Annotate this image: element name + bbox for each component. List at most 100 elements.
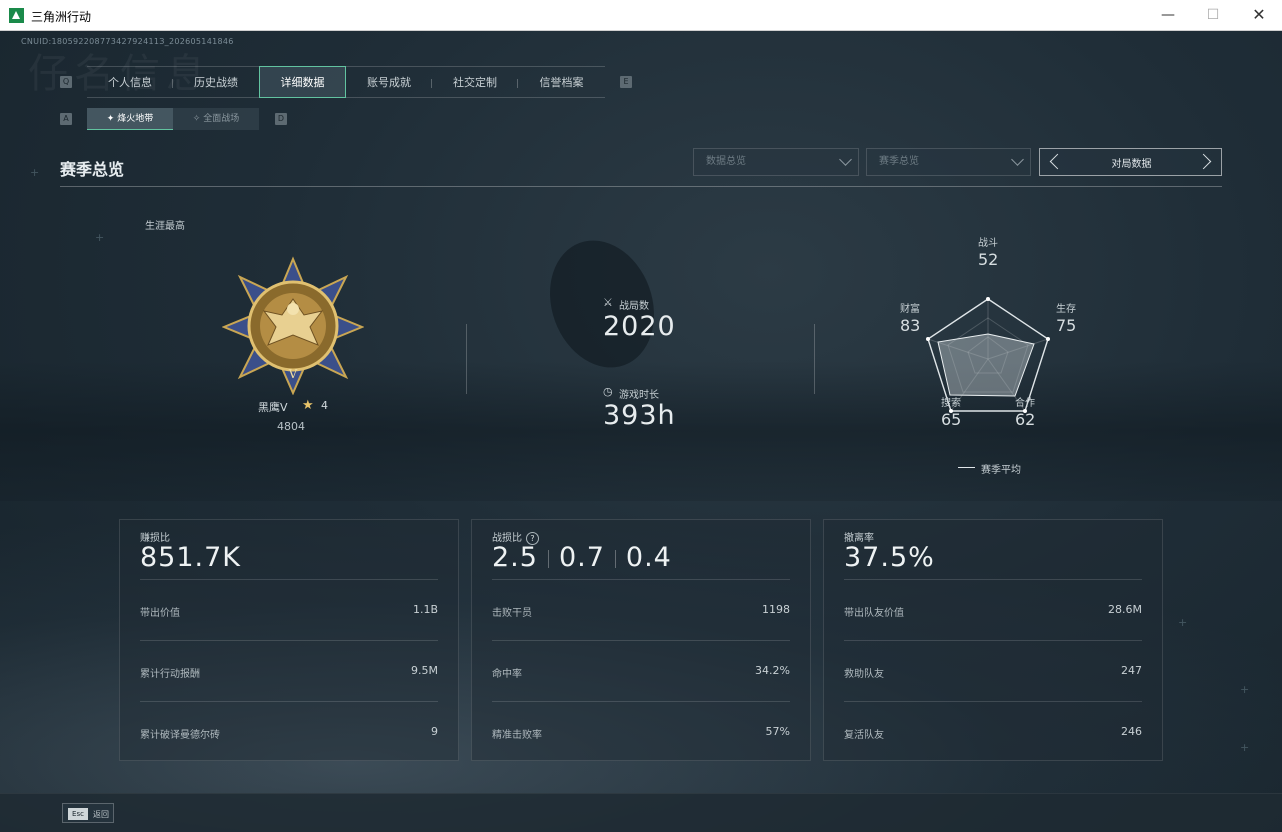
value-separator [614, 549, 616, 568]
tab-prev-key[interactable]: Q [60, 76, 72, 88]
subtab-prev-key[interactable]: A [60, 113, 72, 125]
back-button[interactable]: Esc 返回 [62, 803, 114, 823]
extract-panel: 撤离率 37.5% 带出队友价值 28.6M 救助队友 247 复活队友 246 [823, 519, 1163, 761]
deco-plus-icon: + [30, 166, 40, 179]
row-label: 救助队友 [844, 669, 884, 680]
radar-legend-label: 赛季平均 [981, 465, 1021, 476]
row-label: 命中率 [492, 669, 522, 680]
tab-detailed-data[interactable]: 详细数据 [259, 66, 346, 98]
radar-label-combat: 战斗 [978, 238, 998, 249]
row-value: 34.2% [755, 664, 790, 677]
career-best-label: 生涯最高 [145, 221, 185, 232]
minimize-button[interactable]: — [1145, 0, 1191, 31]
matches-label: 战局数 [619, 301, 649, 312]
row-value: 57% [765, 725, 790, 738]
panel-row: 命中率 34.2% [492, 640, 790, 701]
tab-credit-record[interactable]: 信誉档案 [518, 67, 605, 98]
tab-match-history[interactable]: 历史战绩 [173, 67, 259, 98]
vertical-divider [466, 324, 467, 394]
panel-row: 击败干员 1198 [492, 579, 790, 640]
background-radar-dish [532, 225, 672, 383]
panel-row: 精准击败率 57% [492, 701, 790, 762]
bottom-bar [0, 793, 1282, 832]
maximize-button[interactable]: ☐ [1190, 0, 1236, 31]
tab-personal-info[interactable]: 个人信息 [87, 67, 173, 98]
tab-achievements[interactable]: 账号成就 [346, 67, 432, 98]
row-label: 带出价值 [140, 608, 180, 619]
clock-icon: ◷ [603, 385, 613, 398]
pager-label: 对局数据 [1111, 159, 1152, 170]
rank-score: 4804 [277, 420, 305, 433]
value-separator [547, 549, 549, 568]
tab-next-key[interactable]: E [620, 76, 632, 88]
rank-star-icon: ★ [302, 398, 314, 413]
row-label: 精准击败率 [492, 730, 542, 741]
section-divider [60, 186, 1222, 187]
deco-plus-icon: + [1240, 683, 1250, 696]
subtab-operations-label: 烽火地带 [117, 114, 154, 124]
panel-row: 复活队友 246 [844, 701, 1142, 762]
combat-value-2: 0.7 [558, 542, 605, 573]
combat-values: 2.5 0.7 0.4 [492, 542, 672, 573]
rank-badge-icon: V [222, 256, 364, 395]
playtime-label: 游戏时长 [619, 390, 659, 401]
row-label: 击败干员 [492, 608, 532, 619]
panel-row: 带出队友价值 28.6M [844, 579, 1142, 640]
deco-plus-icon: + [1240, 741, 1250, 754]
main-tab-bar: 个人信息 历史战绩 详细数据 账号成就 社交定制 信誉档案 [87, 66, 605, 98]
chevron-down-icon [1011, 153, 1024, 166]
game-viewport: 仔名信息 + + + + + CNUID:1805922087734279241… [0, 31, 1282, 832]
crossed-swords-icon: ⚔ [603, 296, 613, 309]
subtab-warfare[interactable]: ✧ 全面战场 [173, 108, 259, 130]
row-label: 带出队友价值 [844, 608, 904, 619]
rank-star-count: 4 [321, 399, 328, 412]
matches-value: 2020 [603, 311, 676, 342]
cnuid-label: CNUID:18059220877342792411З_202605141846 [21, 37, 234, 46]
radar-value-survival: 75 [1056, 316, 1077, 335]
data-filter-value: 数据总览 [706, 156, 746, 167]
panel-row: 累计行动报酬 9.5M [140, 640, 438, 701]
season-filter-value: 赛季总览 [879, 156, 919, 167]
panel-row: 带出价值 1.1B [140, 579, 438, 640]
combat-value-1: 2.5 [492, 542, 538, 573]
row-value: 1198 [762, 603, 790, 616]
panel-row: 救助队友 247 [844, 640, 1142, 701]
radar-label-wealth: 财富 [900, 304, 920, 315]
sub-tab-bar: ✦ 烽火地带 ✧ 全面战场 [87, 108, 259, 130]
row-value: 1.1B [412, 603, 438, 616]
profit-value: 851.7K [140, 542, 242, 573]
subtab-next-key[interactable]: D [275, 113, 287, 125]
radar-value-wealth: 83 [900, 316, 921, 335]
combat-panel: 战损比? 2.5 0.7 0.4 击败干员 1198 命中率 34.2% 精准击败率… [471, 519, 811, 761]
panel-row: 累计破译曼德尔砖 9 [140, 701, 438, 762]
row-value: 28.6M [1108, 603, 1142, 616]
section-title: 赛季总览 [60, 160, 125, 179]
subtab-warfare-label: 全面战场 [203, 114, 240, 124]
row-label: 累计行动报酬 [140, 669, 200, 680]
window-titlebar: 三角洲行动 — ☐ ✕ [0, 0, 1282, 31]
radar-value-search: 65 [941, 410, 962, 429]
match-data-pager: 对局数据 [1039, 148, 1222, 176]
legend-line-marker [958, 467, 975, 468]
data-filter-dropdown[interactable]: 数据总览 [693, 148, 859, 176]
tab-social[interactable]: 社交定制 [432, 67, 518, 98]
vertical-divider [814, 324, 815, 394]
app-logo-icon [9, 8, 24, 23]
esc-keycap: Esc [68, 808, 88, 820]
deco-plus-icon: + [1178, 616, 1188, 629]
background-hill [0, 361, 1282, 501]
deco-plus-icon: + [95, 231, 105, 244]
back-label: 返回 [93, 810, 109, 819]
row-value: 247 [1121, 664, 1142, 677]
row-label: 累计破译曼德尔砖 [140, 730, 220, 741]
radar-label-survival: 生存 [1056, 304, 1076, 315]
subtab-operations[interactable]: ✦ 烽火地带 [87, 108, 173, 130]
radar-label-search: 搜索 [941, 398, 961, 409]
extract-value: 37.5% [844, 542, 935, 573]
row-value: 246 [1121, 725, 1142, 738]
row-value: 9 [431, 725, 438, 738]
radar-value-polygon [937, 333, 1035, 397]
close-button[interactable]: ✕ [1236, 0, 1282, 31]
season-filter-dropdown[interactable]: 赛季总览 [866, 148, 1031, 176]
svg-text:V: V [288, 367, 298, 381]
